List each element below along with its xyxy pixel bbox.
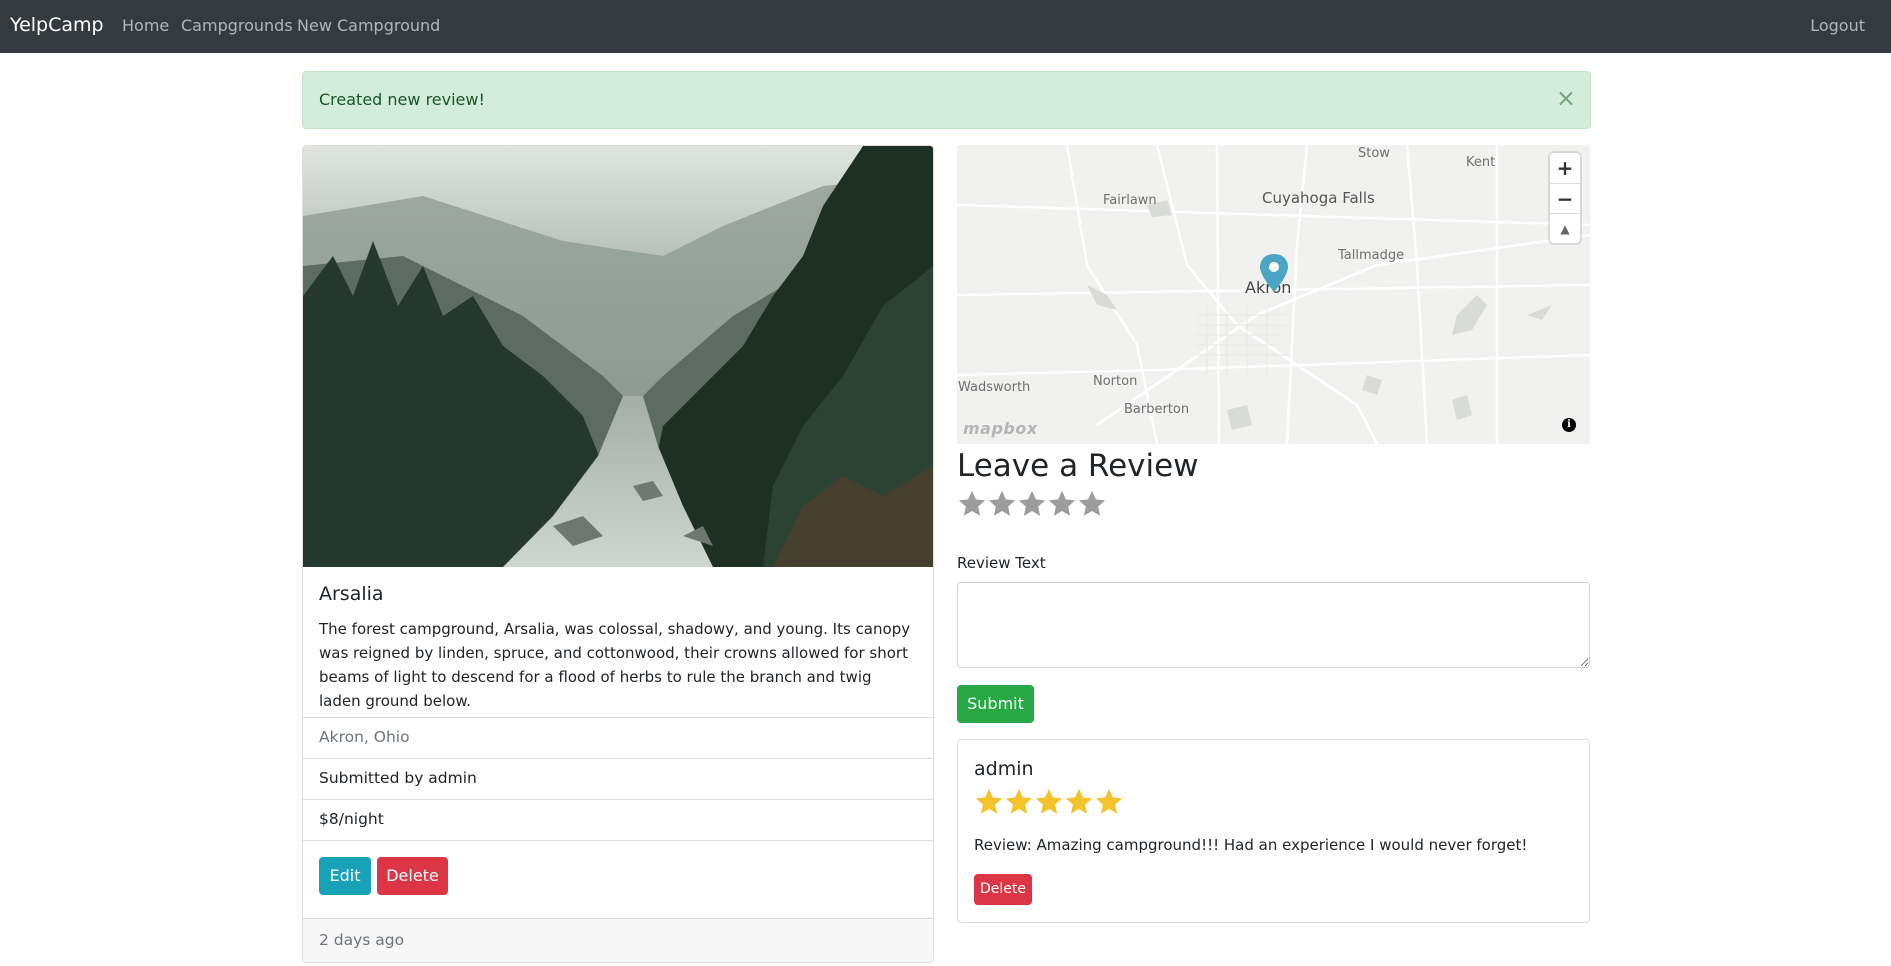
price-text: $8/night xyxy=(319,810,384,828)
close-icon[interactable]: × xyxy=(1556,86,1576,110)
delete-button[interactable]: Delete xyxy=(377,857,448,895)
rating-input-star-icon[interactable] xyxy=(1017,489,1047,519)
rating-input-star-icon[interactable] xyxy=(1047,489,1077,519)
map-label-cuyahoga-falls: Cuyahoga Falls xyxy=(1262,189,1375,207)
campground-image xyxy=(303,146,933,567)
alert-message: Created new review! xyxy=(319,90,485,109)
campground-location: Akron, Ohio xyxy=(303,717,933,758)
success-alert: Created new review! × xyxy=(302,71,1591,129)
map-label-barberton: Barberton xyxy=(1124,402,1190,417)
zoom-in-button[interactable]: + xyxy=(1550,153,1580,183)
star-icon xyxy=(1095,788,1123,814)
review-text: Review: Amazing campground!!! Had an exp… xyxy=(974,836,1528,854)
navbar: YelpCamp Home Campgrounds New Campground… xyxy=(0,0,1891,53)
star-icon xyxy=(1005,788,1033,814)
map-marker-icon[interactable] xyxy=(1259,254,1289,294)
campground-actions: Edit Delete xyxy=(303,840,933,918)
review-delete-button[interactable]: Delete xyxy=(974,874,1032,905)
rating-input-star-icon[interactable] xyxy=(1077,489,1107,519)
nav-logout-link[interactable]: Logout xyxy=(1810,16,1865,35)
map[interactable]: Stow Kent Fairlawn Cuyahoga Falls Tallma… xyxy=(957,145,1590,444)
campground-price: $8/night xyxy=(303,799,933,840)
review-card: admin Review: Amazing campground!!! Had … xyxy=(957,739,1590,923)
campground-description: The forest campground, Arsalia, was colo… xyxy=(319,620,911,710)
map-label-kent: Kent xyxy=(1466,155,1496,170)
campground-submitted-by: Submitted by admin xyxy=(303,758,933,799)
star-rating-input[interactable] xyxy=(957,489,1107,523)
star-icon xyxy=(1065,788,1093,814)
map-label-norton: Norton xyxy=(1093,374,1138,389)
rating-input-star-icon[interactable] xyxy=(987,489,1017,519)
campground-footer: 2 days ago xyxy=(303,918,933,962)
info-icon[interactable]: i xyxy=(1562,418,1576,432)
nav-new-campground-link[interactable]: New Campground xyxy=(297,16,440,35)
submitted-by-text: Submitted by admin xyxy=(319,769,477,787)
edit-button[interactable]: Edit xyxy=(319,857,371,895)
review-stars xyxy=(974,787,1124,821)
location-text: Akron, Ohio xyxy=(319,728,410,746)
map-label-tallmadge: Tallmadge xyxy=(1338,248,1405,263)
campground-card: Arsalia The forest campground, Arsalia, … xyxy=(302,145,934,963)
submit-button[interactable]: Submit xyxy=(957,685,1034,723)
map-label-fairlawn: Fairlawn xyxy=(1103,193,1157,208)
rating-input-star-icon[interactable] xyxy=(957,489,987,519)
brand-link[interactable]: YelpCamp xyxy=(10,14,104,36)
map-label-wadsworth: Wadsworth xyxy=(958,380,1031,395)
nav-campgrounds-link[interactable]: Campgrounds xyxy=(181,16,293,35)
map-controls: + − ▲ xyxy=(1550,153,1580,243)
mapbox-logo[interactable]: mapbox xyxy=(963,419,1038,438)
review-heading: Leave a Review xyxy=(957,448,1199,484)
campground-body: Arsalia The forest campground, Arsalia, … xyxy=(303,567,933,717)
review-text-input[interactable] xyxy=(957,582,1590,668)
nav-home-link[interactable]: Home xyxy=(122,16,169,35)
zoom-out-button[interactable]: − xyxy=(1550,183,1580,213)
campground-title: Arsalia xyxy=(319,583,384,605)
posted-time: 2 days ago xyxy=(319,931,405,949)
star-icon xyxy=(975,788,1003,814)
review-text-label: Review Text xyxy=(957,554,1046,572)
map-label-stow: Stow xyxy=(1358,146,1390,161)
review-author: admin xyxy=(974,758,1034,780)
star-icon xyxy=(1035,788,1063,814)
compass-icon[interactable]: ▲ xyxy=(1550,213,1580,243)
